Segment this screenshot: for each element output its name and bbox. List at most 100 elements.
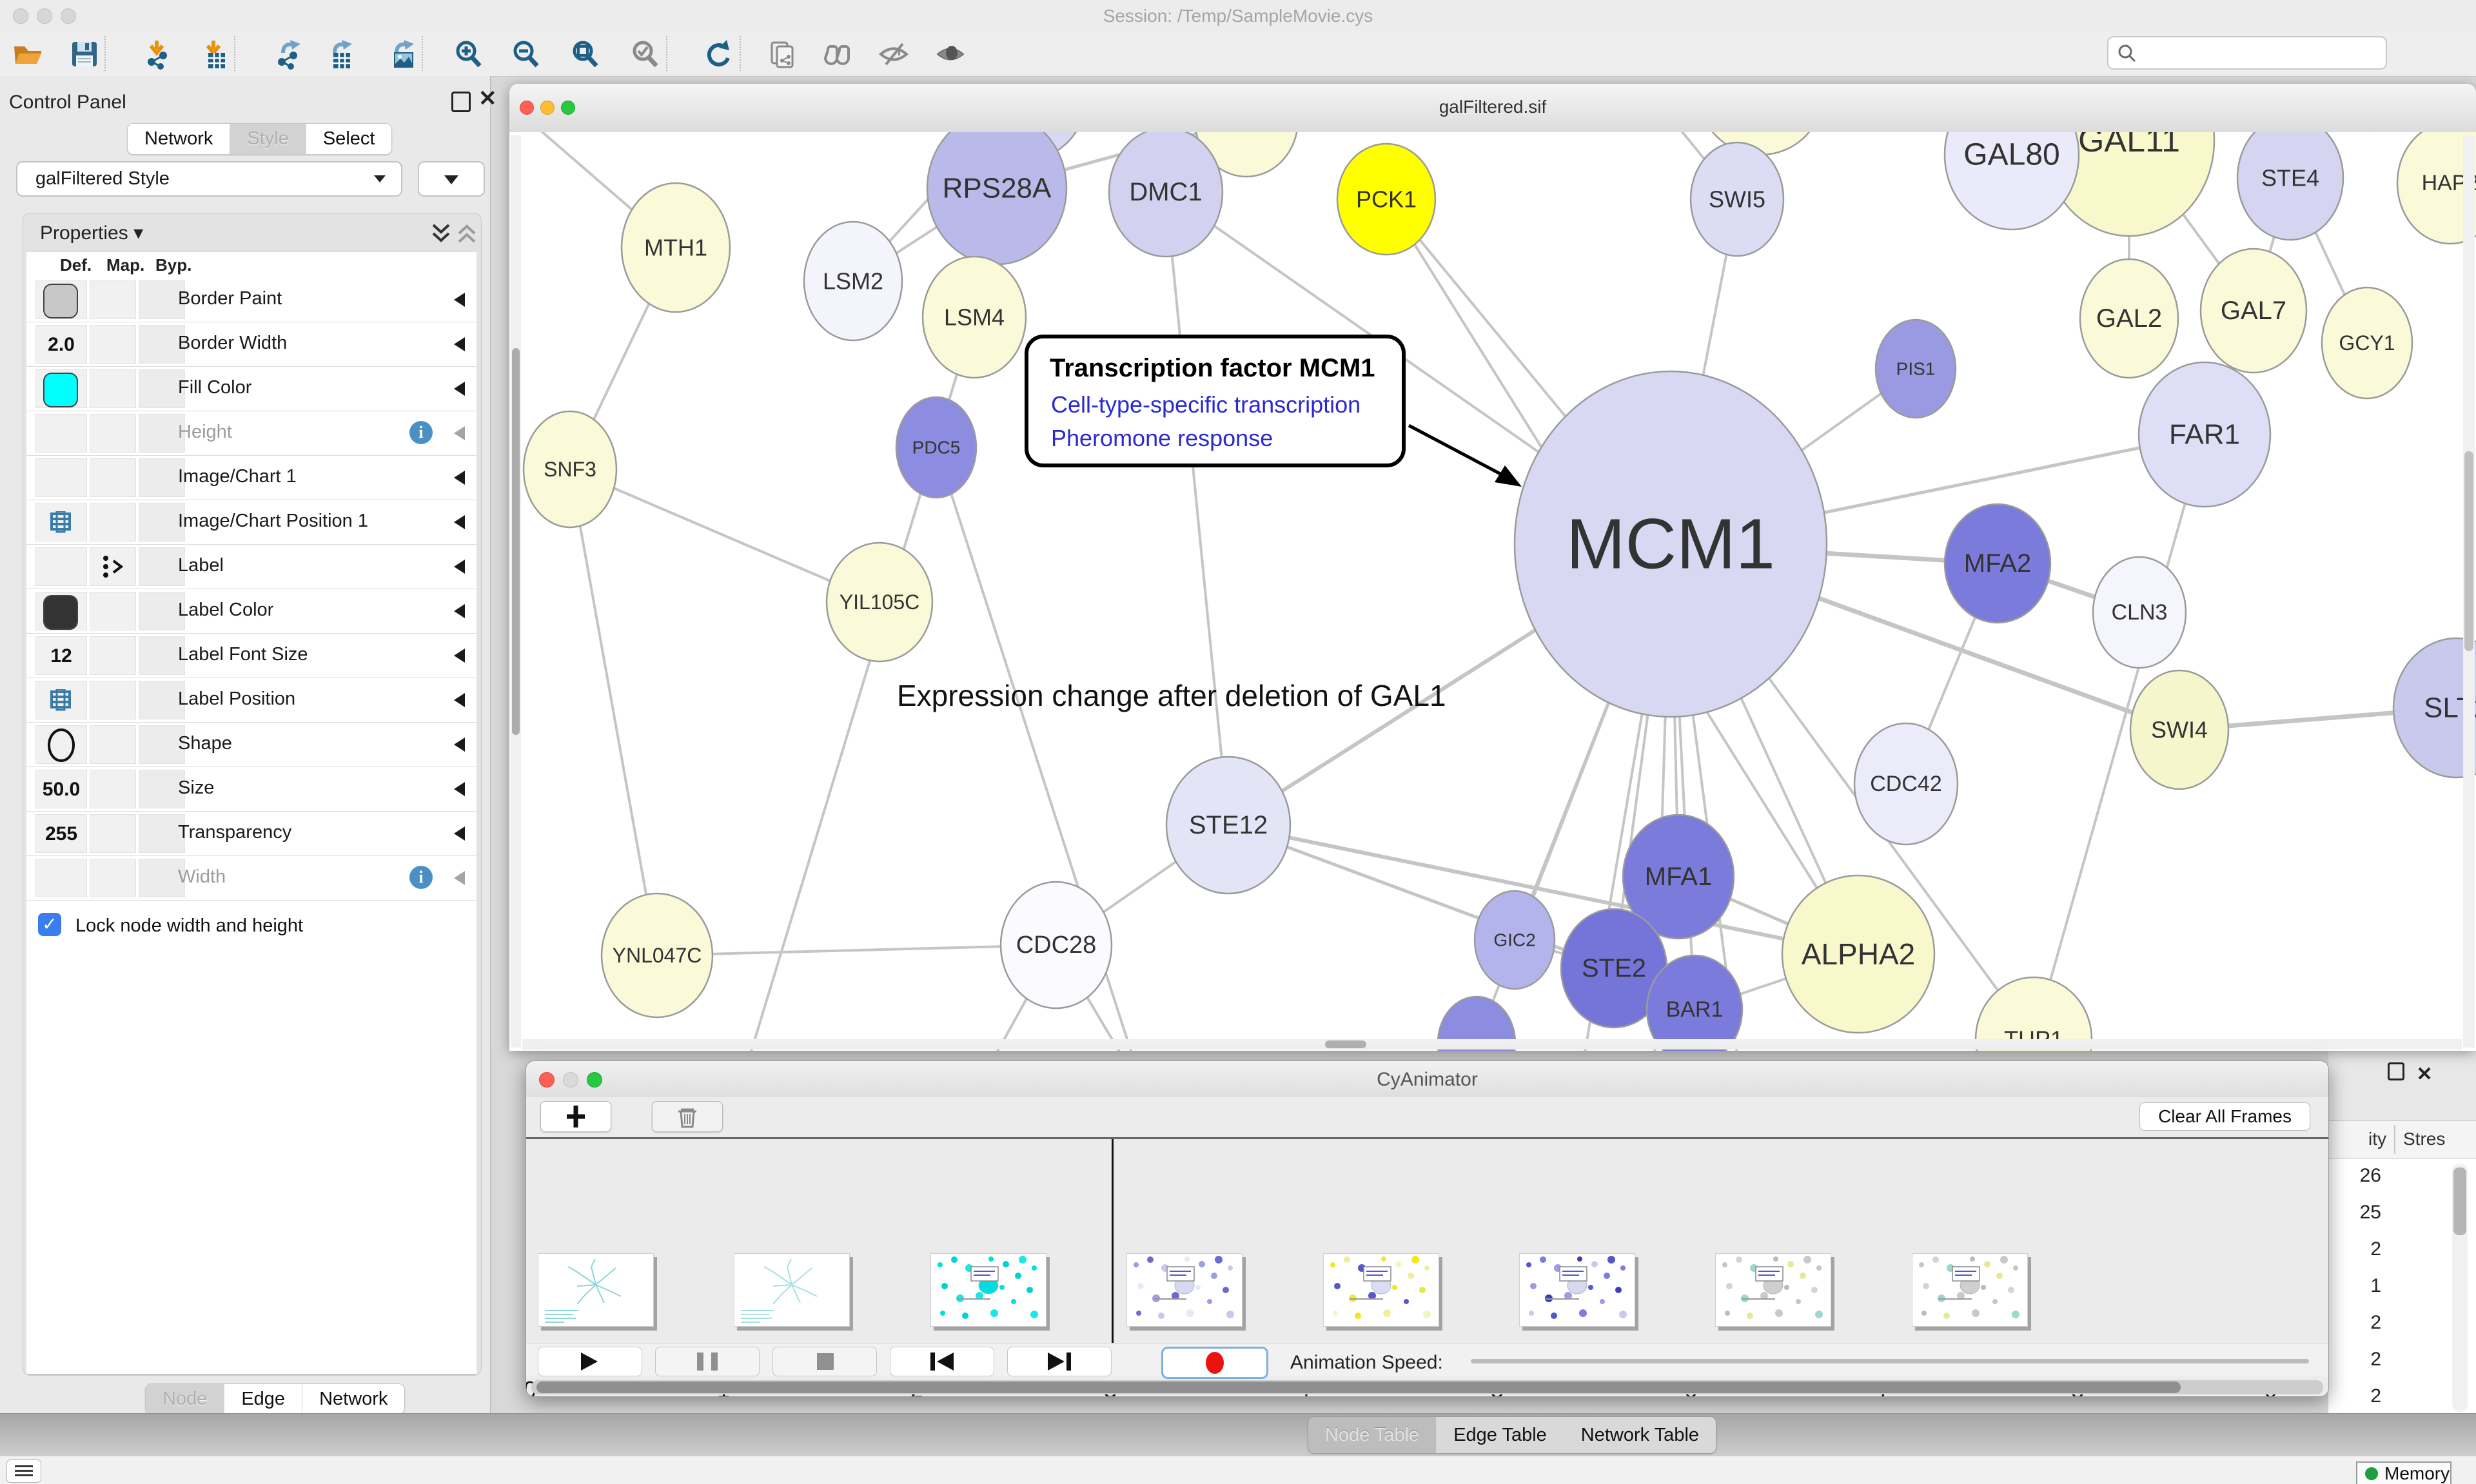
network-node-gal2[interactable]: GAL2 — [2080, 259, 2178, 378]
clear-all-frames-button[interactable]: Clear All Frames — [2139, 1102, 2310, 1131]
network-node-snf3[interactable]: SNF3 — [524, 411, 616, 527]
property-row-label-color[interactable]: Label Color — [26, 589, 477, 634]
property-row-border-width[interactable]: 2.0Border Width — [26, 322, 477, 367]
network-caption[interactable]: Expression change after deletion of GAL1 — [897, 679, 1446, 712]
network-node-swi5[interactable]: SWI5 — [1691, 142, 1783, 256]
timeline-scrollbar[interactable] — [531, 1380, 2323, 1394]
expand-arrow-icon[interactable] — [454, 293, 465, 307]
property-map-cell[interactable] — [90, 547, 136, 586]
properties-header[interactable]: Properties ▾ — [23, 213, 481, 251]
find-network-button[interactable] — [821, 39, 852, 70]
expand-arrow-icon[interactable] — [454, 471, 465, 485]
network-node-ste12[interactable]: STE12 — [1166, 757, 1290, 893]
property-def-cell[interactable] — [35, 458, 87, 497]
property-row-label[interactable]: Label — [26, 544, 477, 589]
network-canvas[interactable]: RPS28ADCP1DMC1PCK1SWI5GAL11GAL80STE4HAP2… — [509, 132, 2476, 1051]
info-icon[interactable]: i — [409, 421, 433, 444]
timeline-frame-0[interactable] — [538, 1253, 654, 1327]
property-map-cell[interactable] — [90, 369, 136, 408]
float-panel-icon[interactable] — [451, 92, 471, 115]
property-def-cell[interactable] — [35, 859, 87, 897]
annotation-link[interactable]: Cell-type-specific transcription — [1051, 391, 1361, 418]
import-network-button[interactable] — [142, 39, 173, 70]
tab-select[interactable]: Select — [306, 124, 392, 154]
timeline-frame-2[interactable] — [930, 1253, 1046, 1327]
timeline[interactable]: 0123456789Seconds — [526, 1139, 2328, 1347]
expand-arrow-icon[interactable] — [454, 426, 465, 440]
animation-speed-slider[interactable] — [1471, 1359, 2309, 1363]
open-session-button[interactable] — [12, 39, 43, 70]
tab-node[interactable]: Node — [146, 1384, 224, 1414]
float-table-panel-icon[interactable] — [2388, 1072, 2404, 1083]
expand-arrow-icon[interactable] — [454, 337, 465, 351]
tab-edge[interactable]: Edge — [224, 1384, 302, 1414]
network-node-lsm4[interactable]: LSM4 — [923, 257, 1026, 378]
duplicate-network-button[interactable] — [767, 39, 798, 70]
property-def-cell[interactable] — [35, 681, 87, 719]
timeline-frame-4[interactable] — [1323, 1253, 1439, 1327]
property-row-transparency[interactable]: 255Transparency — [26, 811, 477, 856]
zoom-fit-button[interactable] — [571, 39, 602, 70]
property-def-cell[interactable] — [35, 547, 87, 586]
network-node-gcy1[interactable]: GCY1 — [2322, 288, 2412, 398]
network-node-ynl047c[interactable]: YNL047C — [602, 893, 712, 1017]
property-def-cell[interactable] — [35, 592, 87, 630]
export-image-button[interactable] — [386, 39, 417, 70]
color-swatch[interactable] — [43, 284, 78, 318]
next-frame-button[interactable] — [1007, 1347, 1112, 1376]
property-map-cell[interactable] — [90, 681, 136, 719]
network-node-dmc1[interactable]: DMC1 — [1109, 132, 1223, 257]
network-node-pck1[interactable]: PCK1 — [1337, 144, 1435, 255]
play-button[interactable] — [538, 1347, 642, 1376]
delete-frame-button[interactable] — [652, 1101, 723, 1132]
network-node-bar1[interactable]: BAR1 — [1647, 955, 1742, 1051]
close-panel-icon[interactable]: ✕ — [478, 90, 497, 107]
network-node-gic2[interactable]: GIC2 — [1475, 891, 1555, 989]
property-map-cell[interactable] — [90, 325, 136, 364]
property-def-cell[interactable]: 255 — [35, 814, 87, 853]
property-map-cell[interactable] — [90, 814, 136, 853]
property-row-shape[interactable]: Shape — [26, 722, 477, 767]
tab-style[interactable]: Style — [230, 124, 305, 154]
search-box[interactable] — [2107, 36, 2387, 70]
property-row-height[interactable]: iHeight — [26, 411, 477, 456]
style-selector[interactable]: galFiltered Style — [16, 161, 402, 197]
previous-frame-button[interactable] — [890, 1347, 994, 1376]
timeline-frame-6[interactable] — [1715, 1253, 1831, 1327]
network-hscrollbar[interactable] — [522, 1039, 2462, 1050]
network-node-far1[interactable]: FAR1 — [2139, 362, 2270, 507]
table-scrollbar-thumb[interactable] — [2453, 1167, 2466, 1235]
property-row-image-chart-position-1[interactable]: Image/Chart Position 1 — [26, 500, 477, 545]
network-node-cdc28[interactable]: CDC28 — [1001, 882, 1112, 1008]
column-header[interactable]: ity — [2368, 1129, 2386, 1149]
property-map-cell[interactable] — [90, 280, 136, 319]
property-map-cell[interactable] — [90, 414, 136, 453]
network-vscrollbar-left[interactable] — [511, 135, 521, 1048]
tab-network[interactable]: Network — [128, 124, 230, 154]
tab-network-table[interactable]: Network Table — [1564, 1417, 1716, 1453]
property-def-cell[interactable]: 12 — [35, 636, 87, 675]
timeline-scrollbar-thumb[interactable] — [536, 1381, 2181, 1393]
property-map-cell[interactable] — [90, 636, 136, 675]
style-options-button[interactable] — [418, 161, 485, 197]
expand-arrow-icon[interactable] — [454, 560, 465, 574]
annotation-link[interactable]: Pheromone response — [1051, 425, 1273, 451]
timeline-frame-1[interactable] — [734, 1253, 850, 1327]
property-def-cell[interactable] — [35, 414, 87, 453]
property-row-border-paint[interactable]: Border Paint — [26, 277, 477, 322]
tab-edge-table[interactable]: Edge Table — [1436, 1417, 1564, 1453]
timeline-frame-3[interactable] — [1126, 1253, 1243, 1327]
tab-node-table[interactable]: Node Table — [1308, 1417, 1436, 1453]
expand-arrow-icon[interactable] — [454, 604, 465, 618]
stop-button[interactable] — [772, 1347, 877, 1376]
cyanimator-titlebar[interactable]: CyAnimator — [526, 1061, 2328, 1098]
expand-arrow-icon[interactable] — [454, 382, 465, 396]
import-table-button[interactable] — [199, 39, 230, 70]
close-table-panel-icon[interactable]: ✕ — [2416, 1064, 2432, 1085]
info-icon[interactable]: i — [409, 866, 433, 889]
network-vscrollbar-right[interactable] — [2463, 135, 2475, 1048]
color-swatch[interactable] — [43, 595, 78, 630]
network-node-gal7[interactable]: GAL7 — [2201, 249, 2306, 373]
expand-arrow-icon[interactable] — [454, 515, 465, 529]
property-map-cell[interactable] — [90, 859, 136, 897]
